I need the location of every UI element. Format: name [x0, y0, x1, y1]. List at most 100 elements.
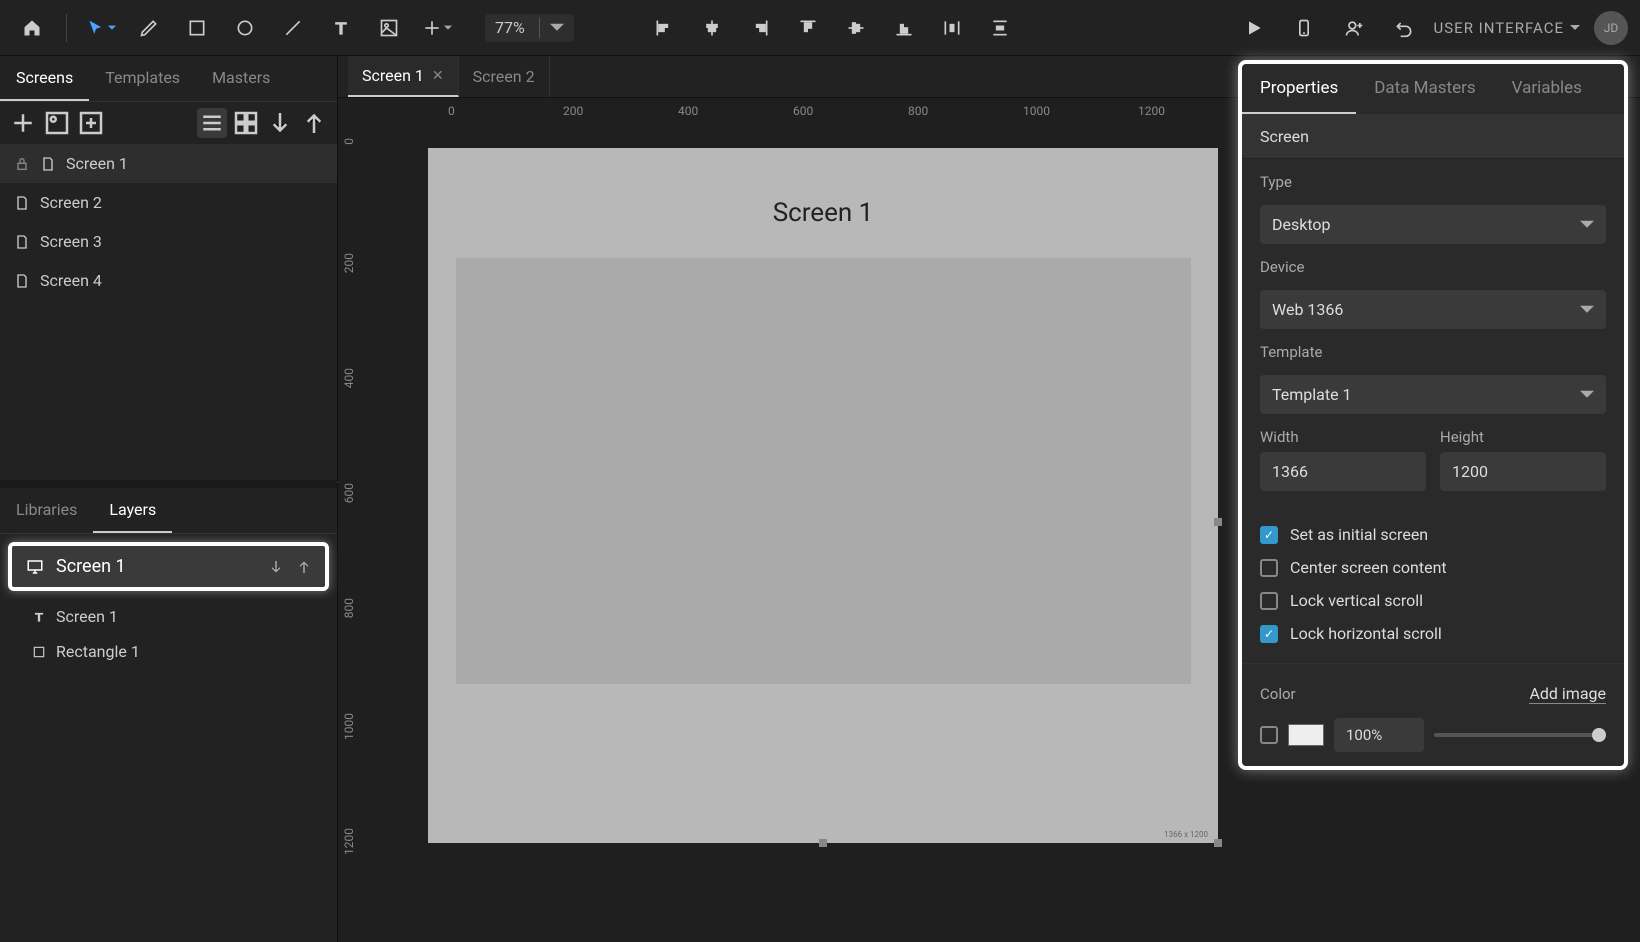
check-label: Center screen content [1290, 558, 1447, 577]
opacity-slider[interactable] [1434, 733, 1606, 737]
canvas-tab-1[interactable]: Screen 1✕ [348, 56, 459, 97]
layer-item-text[interactable]: Screen 1 [0, 599, 337, 634]
screen-label: Screen 2 [40, 193, 102, 212]
share-icon[interactable] [1334, 8, 1374, 48]
section-title: Screen [1242, 115, 1624, 159]
tab-libraries[interactable]: Libraries [0, 488, 93, 533]
screen-item-1[interactable]: Screen 1 [0, 144, 337, 183]
rectangle-tool-icon[interactable] [177, 8, 217, 48]
add-tool-icon[interactable] [417, 8, 457, 48]
layers-panel: Libraries Layers Screen 1 Screen 1 Recta… [0, 488, 337, 942]
list-view-icon[interactable] [197, 108, 227, 138]
align-middle-icon[interactable] [836, 8, 876, 48]
device-preview-icon[interactable] [1284, 8, 1324, 48]
tab-variables[interactable]: Variables [1494, 64, 1600, 114]
align-left-icon[interactable] [644, 8, 684, 48]
left-tabs: Screens Templates Masters [0, 56, 337, 102]
add-folder-icon[interactable] [76, 108, 106, 138]
screen-label: Screen 4 [40, 271, 102, 290]
play-icon[interactable] [1234, 8, 1274, 48]
device-select[interactable]: Web 1366 [1260, 290, 1606, 329]
ruler-tick: 1200 [1138, 104, 1165, 118]
distribute-v-icon[interactable] [980, 8, 1020, 48]
color-visibility-checkbox[interactable] [1260, 726, 1278, 744]
add-screen-icon[interactable] [8, 108, 38, 138]
ruler-tick: 1000 [342, 713, 356, 740]
screen-item-2[interactable]: Screen 2 [0, 183, 337, 222]
ruler-tick: 200 [563, 104, 583, 118]
ruler-tick: 1000 [1023, 104, 1050, 118]
layer-item-rect[interactable]: Rectangle 1 [0, 634, 337, 669]
check-initial-screen[interactable]: Set as initial screen [1260, 525, 1606, 544]
undo-icon[interactable] [1384, 8, 1424, 48]
check-lock-vertical[interactable]: Lock vertical scroll [1260, 591, 1606, 610]
screen-item-3[interactable]: Screen 3 [0, 222, 337, 261]
canvas-tab-2[interactable]: Screen 2 [459, 56, 550, 97]
ruler-tick: 400 [342, 368, 356, 388]
artboard-rectangle[interactable] [456, 258, 1191, 684]
arrow-up-icon[interactable] [295, 558, 313, 576]
tab-data-masters[interactable]: Data Masters [1356, 64, 1493, 114]
height-input[interactable] [1440, 452, 1606, 491]
device-label: Device [1260, 258, 1606, 276]
artboard-title-text[interactable]: Screen 1 [428, 148, 1218, 258]
monitor-icon [24, 558, 46, 576]
add-image-screen-icon[interactable] [42, 108, 72, 138]
panel-splitter[interactable] [0, 480, 337, 488]
screens-list: Screen 1 Screen 2 Screen 3 Screen 4 [0, 144, 337, 300]
tab-templates[interactable]: Templates [89, 56, 196, 101]
avatar[interactable]: JD [1594, 11, 1628, 45]
add-image-link[interactable]: Add image [1529, 684, 1606, 704]
align-center-h-icon[interactable] [692, 8, 732, 48]
template-select[interactable]: Template 1 [1260, 375, 1606, 414]
sort-up-icon[interactable] [299, 108, 329, 138]
opacity-input[interactable]: 100% [1334, 718, 1424, 752]
image-tool-icon[interactable] [369, 8, 409, 48]
sort-down-icon[interactable] [265, 108, 295, 138]
ruler-tick: 800 [342, 598, 356, 618]
page-icon [14, 272, 30, 290]
checkbox-icon [1260, 592, 1278, 610]
pointer-tool-icon[interactable] [81, 8, 121, 48]
align-bottom-icon[interactable] [884, 8, 924, 48]
chevron-down-icon [550, 21, 564, 35]
text-tool-icon[interactable] [321, 8, 361, 48]
chevron-down-icon [1570, 23, 1580, 33]
tab-screens[interactable]: Screens [0, 56, 89, 101]
resize-handle-bottom[interactable] [819, 839, 827, 847]
properties-panel: Properties Data Masters Variables Screen… [1238, 60, 1628, 770]
close-icon[interactable]: ✕ [432, 68, 444, 84]
artboard[interactable]: Screen 1 1366 x 1200 [428, 148, 1218, 843]
layer-header[interactable]: Screen 1 [8, 542, 329, 591]
screen-label: Screen 1 [66, 154, 128, 173]
arrow-down-icon[interactable] [267, 558, 285, 576]
home-icon[interactable] [12, 8, 52, 48]
lock-icon [14, 155, 30, 173]
distribute-h-icon[interactable] [932, 8, 972, 48]
width-input[interactable] [1260, 452, 1426, 491]
resize-handle-corner[interactable] [1214, 839, 1222, 847]
check-lock-horizontal[interactable]: Lock horizontal scroll [1260, 624, 1606, 643]
color-label: Color [1260, 685, 1296, 703]
user-interface-dropdown[interactable]: USER INTERFACE [1434, 19, 1580, 37]
slider-knob[interactable] [1592, 728, 1606, 742]
page-icon [40, 155, 56, 173]
tab-properties[interactable]: Properties [1242, 64, 1356, 114]
resize-handle-right[interactable] [1214, 518, 1222, 526]
divider [66, 14, 67, 42]
ruler-tick: 0 [342, 138, 356, 145]
ellipse-tool-icon[interactable] [225, 8, 265, 48]
screen-item-4[interactable]: Screen 4 [0, 261, 337, 300]
grid-view-icon[interactable] [231, 108, 261, 138]
tab-masters[interactable]: Masters [196, 56, 286, 101]
zoom-control[interactable]: 77% [485, 14, 574, 42]
check-center-content[interactable]: Center screen content [1260, 558, 1606, 577]
align-right-icon[interactable] [740, 8, 780, 48]
type-select[interactable]: Desktop [1260, 205, 1606, 244]
line-tool-icon[interactable] [273, 8, 313, 48]
tab-layers[interactable]: Layers [93, 488, 172, 533]
pen-tool-icon[interactable] [129, 8, 169, 48]
color-swatch[interactable] [1288, 724, 1324, 746]
checkbox-icon [1260, 559, 1278, 577]
align-top-icon[interactable] [788, 8, 828, 48]
